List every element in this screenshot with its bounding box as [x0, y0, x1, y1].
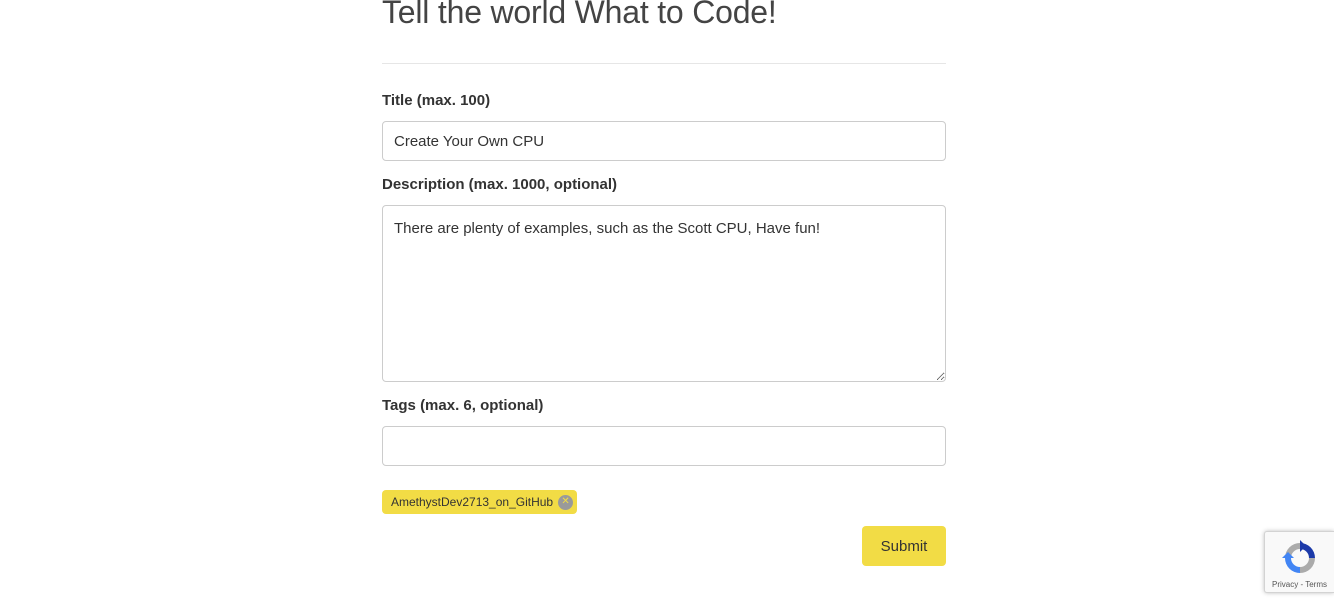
page-title: Tell the world What to Code!	[382, 0, 777, 30]
description-textarea[interactable]: There are plenty of examples, such as th…	[382, 205, 946, 382]
tags-input[interactable]	[382, 426, 946, 466]
submit-button[interactable]: Submit	[862, 526, 946, 566]
recaptcha-privacy-link[interactable]: Privacy	[1272, 580, 1298, 589]
tag-chip-label: AmethystDev2713_on_GitHub	[391, 495, 554, 509]
tags-field-label: Tags (max. 6, optional)	[382, 397, 544, 414]
recaptcha-badge: Privacy - Terms	[1264, 531, 1334, 593]
title-input[interactable]	[382, 121, 946, 161]
title-field-label: Title (max. 100)	[382, 92, 491, 109]
description-field-label: Description (max. 1000, optional)	[382, 176, 618, 193]
recaptcha-icon	[1282, 540, 1315, 573]
title-divider	[382, 63, 946, 64]
close-circle-icon[interactable]: ✕	[558, 494, 574, 510]
recaptcha-links: Privacy - Terms	[1272, 580, 1327, 589]
recaptcha-terms-link[interactable]: Terms	[1305, 580, 1327, 589]
tag-chip: AmethystDev2713_on_GitHub ✕	[382, 490, 578, 514]
